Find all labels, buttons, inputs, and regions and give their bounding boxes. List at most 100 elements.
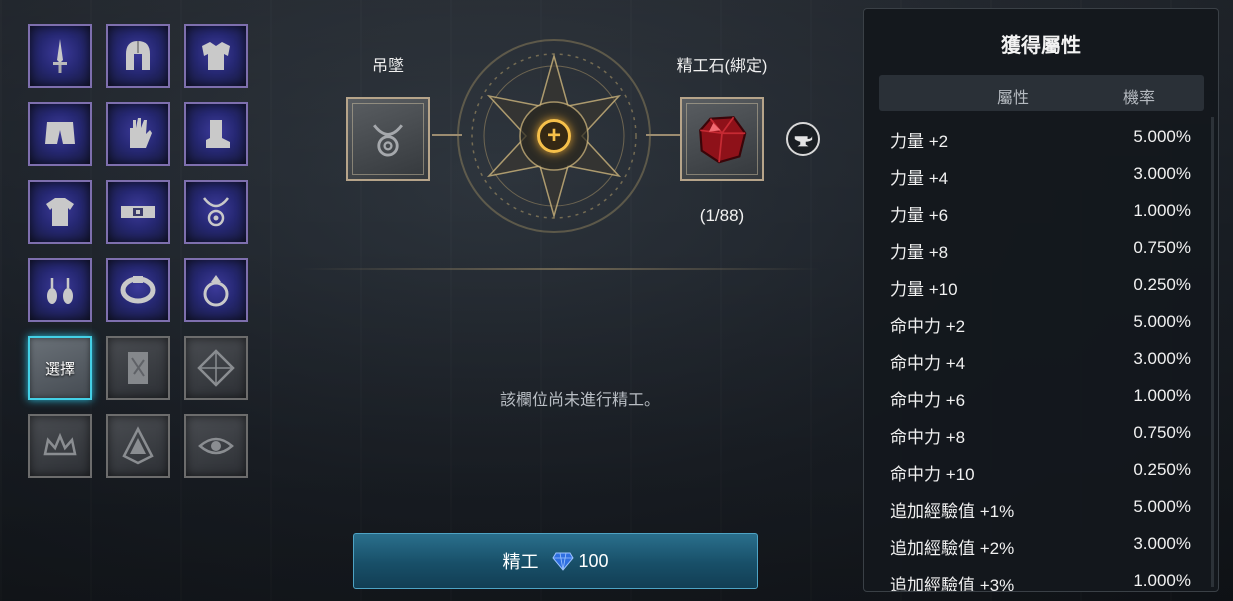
anvil-button[interactable] [786,122,820,156]
slot-armor[interactable] [184,24,248,88]
diamond-emblem-icon [197,349,235,387]
table-row: 力量 +10 0.250% [864,267,1218,304]
refine-stone-slot[interactable] [680,97,764,181]
attribute-rate: 5.000% [1133,127,1191,146]
column-header-attribute: 屬性 [997,90,1030,107]
attribute-name: 命中力 +6 [890,391,966,410]
select-label: 選擇 [44,360,75,378]
panel-title: 獲得屬性 [1001,35,1081,57]
earrings-icon [47,278,73,304]
attribute-rate: 5.000% [1133,312,1191,331]
pendant-slot[interactable] [346,97,430,181]
attribute-name: 力量 +2 [890,132,949,151]
refine-button[interactable]: 精工 100 [353,533,758,589]
slot-belt[interactable] [106,180,170,244]
blue-diamond-icon [552,552,575,571]
attribute-name: 力量 +6 [890,206,949,225]
ring-icon [203,275,229,307]
slot-bracelet[interactable] [106,258,170,322]
pendant-slot-label: 吊墜 [371,58,404,75]
attribute-name: 力量 +4 [890,169,949,188]
attribute-name: 命中力 +8 [890,428,966,447]
slot-insignia[interactable] [106,414,170,478]
table-row: 力量 +4 3.000% [864,156,1218,193]
slot-shirt[interactable] [28,180,92,244]
attribute-name: 命中力 +10 [890,465,975,484]
attribute-rate: 1.000% [1133,386,1191,405]
table-row: 命中力 +8 0.750% [864,415,1218,452]
sword-icon [53,39,67,73]
slot-necklace[interactable] [184,180,248,244]
table-header: 屬性 機率 [879,75,1204,111]
table-row: 追加經驗值 +1% 5.000% [864,489,1218,526]
table-row: 追加經驗值 +3% 1.000% [864,563,1218,592]
attribute-name: 追加經驗值 +3% [890,576,1015,592]
attribute-name: 命中力 +2 [890,317,966,336]
table-row: 命中力 +4 3.000% [864,341,1218,378]
slot-emblem[interactable] [184,336,248,400]
table-row: 力量 +6 1.000% [864,193,1218,230]
helmet-icon [126,41,150,70]
scrollbar[interactable] [1211,117,1214,587]
slot-talisman[interactable] [106,336,170,400]
attribute-rate: 0.750% [1133,238,1191,257]
table-row: 力量 +2 5.000% [864,119,1218,156]
armor-icon [202,42,230,70]
pendant-icon [373,124,403,157]
divider-line [300,268,820,270]
talisman-icon [128,352,148,384]
attribute-rate: 0.250% [1133,275,1191,294]
attribute-rate: 3.000% [1133,534,1191,553]
pants-icon [45,122,75,144]
slot-helmet[interactable] [106,24,170,88]
attribute-rate: 0.250% [1133,460,1191,479]
red-gem-icon [699,116,747,164]
bracelet-icon [120,276,156,304]
attribute-name: 命中力 +4 [890,354,966,373]
refine-button-label: 精工 [502,552,539,572]
cost-group: 100 [552,550,609,572]
slot-weapon[interactable] [28,24,92,88]
table-row: 命中力 +2 5.000% [864,304,1218,341]
attribute-name: 力量 +10 [890,280,958,299]
attribute-rate: 3.000% [1133,349,1191,368]
table-row: 命中力 +6 1.000% [864,378,1218,415]
shirt-icon [46,198,74,226]
column-header-rate: 機率 [1123,90,1156,107]
attribute-rate: 1.000% [1133,571,1191,590]
anvil-icon [794,136,813,147]
gloves-icon [130,118,152,148]
refine-stone-label: 精工石(綁定) [676,58,768,75]
cost-value: 100 [578,550,609,571]
slot-eye-relic[interactable] [184,414,248,478]
slot-boots[interactable] [184,102,248,166]
table-row: 力量 +8 0.750% [864,230,1218,267]
attribute-panel: 獲得屬性 屬性 機率 力量 +2 5.000% 力量 +4 3.000% 力量 +6 1.… [863,8,1219,592]
insignia-icon [122,426,154,465]
attribute-rate: 3.000% [1133,164,1191,183]
boots-icon [206,120,230,148]
attribute-name: 力量 +8 [890,243,949,262]
status-message: 該欄位尚未進行精工。 [499,392,660,409]
slot-gloves[interactable] [106,102,170,166]
add-button[interactable]: + [537,119,571,153]
right-connector [646,134,680,136]
necklace-icon [203,197,229,227]
slot-pants[interactable] [28,102,92,166]
belt-icon [121,206,155,218]
slot-pendant-selected[interactable]: 選擇 [28,336,92,400]
plus-icon: + [546,122,561,149]
attribute-name: 追加經驗值 +1% [890,502,1015,521]
stone-count: (1/88) [699,206,745,225]
attribute-rate: 1.000% [1133,201,1191,220]
attribute-rate: 0.750% [1133,423,1191,442]
left-connector [432,134,462,136]
table-row: 追加經驗值 +2% 3.000% [864,526,1218,563]
attribute-name: 追加經驗值 +2% [890,539,1015,558]
slot-crown[interactable] [28,414,92,478]
table-row: 命中力 +10 0.250% [864,452,1218,489]
slot-ring[interactable] [184,258,248,322]
attribute-rate: 5.000% [1133,497,1191,516]
crown-icon [43,432,77,456]
slot-earrings[interactable] [28,258,92,322]
